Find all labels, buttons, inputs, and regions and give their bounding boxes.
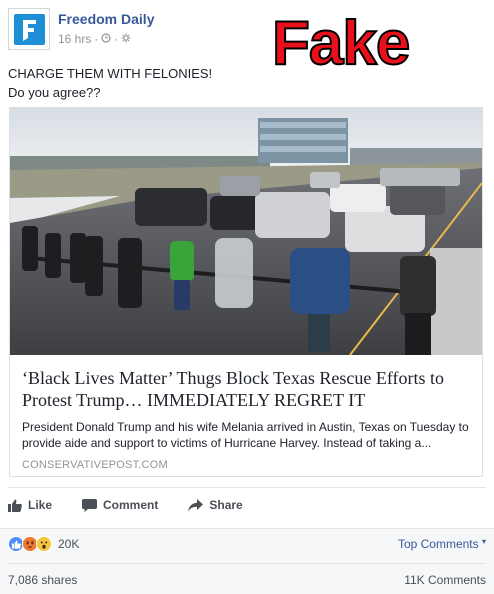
link-domain: CONSERVATIVEPOST.COM — [22, 459, 168, 471]
actions-divider — [8, 487, 486, 488]
post-timestamp[interactable]: 16 hrs — [58, 32, 91, 46]
edited-clock-icon — [101, 32, 111, 46]
like-button[interactable]: Like — [8, 498, 52, 512]
status-line-2: Do you agree?? — [8, 85, 101, 100]
comment-button[interactable]: Comment — [82, 498, 158, 512]
audience-gear-icon[interactable] — [121, 33, 131, 46]
thumbs-up-icon — [8, 499, 22, 512]
link-preview-card[interactable]: ‘Black Lives Matter’ Thugs Block Texas R… — [9, 107, 483, 477]
fake-stamp: Fake — [271, 9, 411, 79]
freedom-daily-logo — [14, 14, 45, 45]
meta-separator-2: · — [114, 32, 119, 46]
meta-separator: · — [94, 32, 99, 46]
counts-divider — [8, 563, 486, 564]
link-headline[interactable]: ‘Black Lives Matter’ Thugs Block Texas R… — [22, 367, 470, 411]
reaction-count[interactable]: 20K — [58, 537, 79, 551]
link-description: President Donald Trump and his wife Mela… — [22, 420, 469, 450]
link-preview-text[interactable]: ‘Black Lives Matter’ Thugs Block Texas R… — [10, 355, 482, 476]
link-preview-image[interactable] — [10, 108, 482, 355]
share-label: Share — [209, 498, 243, 512]
post-header: Freedom Daily 16 hrs · · — [8, 8, 308, 52]
status-line-1: CHARGE THEM WITH FELONIES! — [8, 66, 213, 81]
comments-count[interactable]: 11K Comments — [404, 573, 486, 587]
like-label: Like — [28, 498, 53, 512]
wow-reaction-icon — [36, 536, 52, 552]
page-avatar[interactable] — [8, 8, 50, 50]
reaction-icons[interactable] — [8, 536, 52, 552]
page-name-link[interactable]: Freedom Daily — [58, 11, 154, 27]
shares-comments-row: 7,086 shares 11K Comments — [8, 571, 486, 589]
post-meta: 16 hrs · · — [58, 32, 131, 46]
top-comments-label: Top Comments — [397, 537, 479, 551]
comment-label: Comment — [103, 498, 159, 512]
share-button[interactable]: Share — [188, 498, 243, 512]
caret-down-icon: ▾ — [481, 537, 486, 546]
post-status: CHARGE THEM WITH FELONIES! Do you agree?… — [8, 64, 212, 102]
reactions-bar: 20K Top Comments ▾ 7,086 shares 11K Comm… — [0, 528, 494, 594]
shares-count[interactable]: 7,086 shares — [8, 573, 77, 587]
top-comments-dropdown[interactable]: Top Comments ▾ — [398, 537, 486, 551]
post-actions: Like Comment Share — [8, 492, 486, 518]
share-arrow-icon — [188, 498, 204, 512]
reactions-row: 20K Top Comments ▾ — [8, 533, 486, 555]
comment-bubble-icon — [82, 498, 98, 512]
